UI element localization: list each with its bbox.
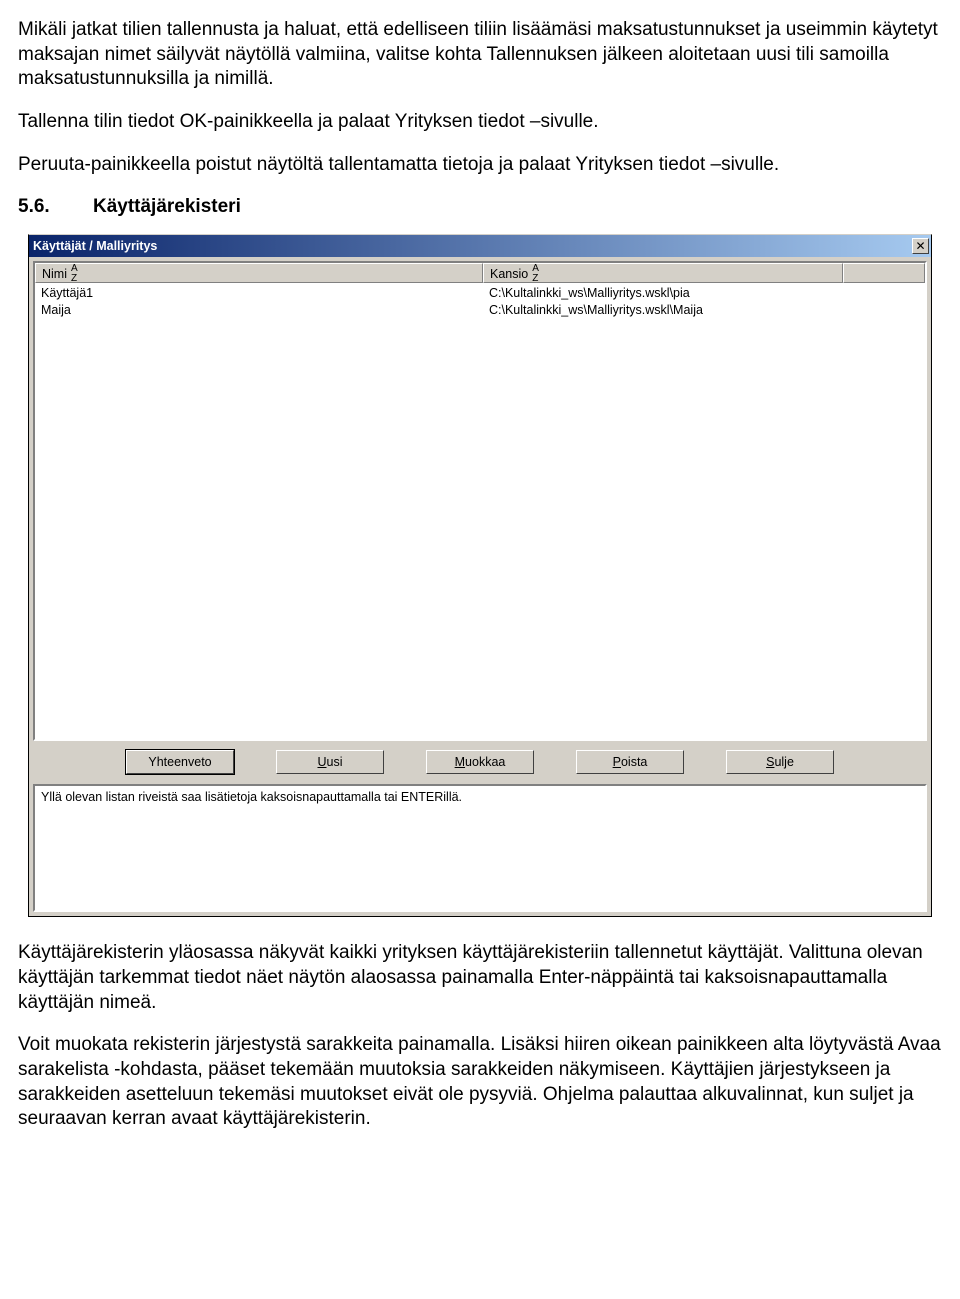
close-button[interactable]: Sulje — [726, 750, 834, 774]
section-number: 5.6. — [18, 195, 50, 220]
button-row: Yhteenveto Uusi Muokkaa Poista Sulje — [33, 741, 927, 784]
delete-button[interactable]: Poista — [576, 750, 684, 774]
body-paragraph: Voit muokata rekisterin järjestystä sara… — [18, 1033, 942, 1132]
column-header-spare[interactable] — [843, 263, 925, 283]
cell-name: Maija — [35, 302, 483, 318]
cell-name: Käyttäjä1 — [35, 285, 483, 301]
body-paragraph: Käyttäjärekisterin yläosassa näkyvät kai… — [18, 941, 942, 1015]
body-paragraph: Mikäli jatkat tilien tallennusta ja halu… — [18, 18, 942, 92]
body-paragraph: Tallenna tilin tiedot OK-painikkeella ja… — [18, 110, 942, 135]
cell-folder: C:\Kultalinkki_ws\Malliyritys.wskl\pia — [483, 285, 843, 301]
close-icon[interactable]: ✕ — [912, 238, 929, 254]
list-header: Nimi AZ Kansio AZ — [35, 263, 925, 283]
column-header-name[interactable]: Nimi AZ — [35, 263, 483, 283]
users-dialog: Käyttäjät / Malliyritys ✕ Nimi AZ Kansio… — [28, 234, 932, 917]
summary-button[interactable]: Yhteenveto — [126, 750, 234, 774]
dialog-titlebar[interactable]: Käyttäjät / Malliyritys ✕ — [29, 235, 931, 257]
cell-folder: C:\Kultalinkki_ws\Malliyritys.wskl\Maija — [483, 302, 843, 318]
sort-a-z-icon: AZ — [532, 264, 539, 284]
body-paragraph: Peruuta-painikkeella poistut näytöltä ta… — [18, 153, 942, 178]
sort-a-z-icon: AZ — [71, 264, 78, 284]
new-button[interactable]: Uusi — [276, 750, 384, 774]
table-row[interactable]: Käyttäjä1 C:\Kultalinkki_ws\Malliyritys.… — [35, 284, 925, 301]
users-list[interactable]: Nimi AZ Kansio AZ Käyttäjä1 C:\Kultalink… — [33, 261, 927, 741]
section-title: Käyttäjärekisteri — [93, 196, 241, 217]
list-body[interactable]: Käyttäjä1 C:\Kultalinkki_ws\Malliyritys.… — [35, 283, 925, 318]
column-header-folder[interactable]: Kansio AZ — [483, 263, 843, 283]
table-row[interactable]: Maija C:\Kultalinkki_ws\Malliyritys.wskl… — [35, 301, 925, 318]
hint-text: Yllä olevan listan riveistä saa lisätiet… — [41, 790, 462, 804]
edit-button[interactable]: Muokkaa — [426, 750, 534, 774]
dialog-title: Käyttäjät / Malliyritys — [33, 238, 157, 254]
hint-panel: Yllä olevan listan riveistä saa lisätiet… — [33, 784, 927, 912]
section-heading: 5.6. Käyttäjärekisteri — [18, 195, 942, 220]
